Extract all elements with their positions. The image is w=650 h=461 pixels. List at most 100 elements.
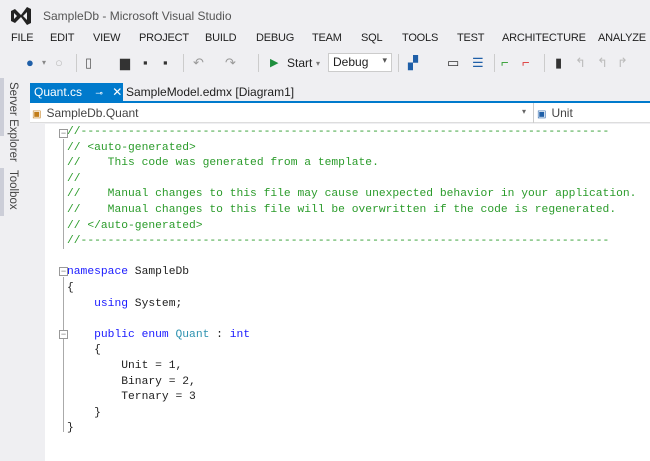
code-line: // This code was generated from a templa… <box>67 156 636 172</box>
type-value: SampleDb.Quant <box>46 106 139 120</box>
chevron-down-icon[interactable]: ▾ <box>522 107 526 116</box>
type-dropdown[interactable]: ▣ SampleDb.Quant <box>32 106 139 120</box>
find-in-files-icon[interactable]: ▞ <box>408 55 418 71</box>
menu-test[interactable]: TEST <box>457 32 485 44</box>
code-line: } <box>67 421 636 437</box>
code-editor[interactable]: − − − //--------------------------------… <box>45 124 650 461</box>
comment-token: //--------------------------------------… <box>67 235 610 248</box>
bookmark-icon[interactable]: ▮ <box>555 55 562 71</box>
comment-token: // Manual changes to this file will be o… <box>67 203 617 216</box>
previous-bookmark-icon[interactable]: ↰ <box>575 55 586 71</box>
navigation-bar: ▣ SampleDb.Quant ▾ ▣ Unit <box>30 103 650 123</box>
code-token: Unit = 1, <box>67 359 183 372</box>
menu-file[interactable]: FILE <box>11 32 34 44</box>
start-play-icon[interactable]: ▶ <box>270 56 278 69</box>
code-token: SampleDb <box>128 266 190 279</box>
code-line: Ternary = 3 <box>67 390 636 406</box>
new-project-icon[interactable]: ▯ <box>85 55 92 71</box>
code-token: Binary = 2, <box>67 375 196 388</box>
tab-label: Quant.cs <box>34 85 83 99</box>
member-value: Unit <box>551 106 573 120</box>
code-line: // <auto-generated> <box>67 141 636 157</box>
menu-team[interactable]: TEAM <box>312 32 342 44</box>
enum-member-icon: ▣ <box>537 109 547 120</box>
menu-view[interactable]: VIEW <box>93 32 121 44</box>
undo-icon[interactable]: ↶ <box>193 55 204 71</box>
code-line: // </auto-generated> <box>67 219 636 235</box>
close-icon[interactable]: ✕ <box>112 85 122 99</box>
tab-samplemodel-edmx[interactable]: SampleModel.edmx [Diagram1] <box>126 85 294 99</box>
open-file-icon[interactable]: ▆ <box>120 55 130 71</box>
keyword-token: public <box>94 328 135 341</box>
enum-icon: ▣ <box>32 109 42 120</box>
code-line: // Manual changes to this file will be o… <box>67 203 636 219</box>
solution-configuration-select[interactable]: Debug ▾ <box>328 53 392 72</box>
title-bar: SampleDb - Microsoft Visual Studio <box>0 0 650 32</box>
comment-token: // </auto-generated> <box>67 219 203 232</box>
next-bookmark-icon[interactable]: ↰ <box>597 55 608 71</box>
menu-analyze[interactable]: ANALYZE <box>598 32 646 44</box>
back-dropdown-icon[interactable]: ▾ <box>42 58 46 67</box>
menu-build[interactable]: BUILD <box>205 32 237 44</box>
toolbox-tab[interactable]: Toolbox <box>7 170 19 210</box>
code-token: : <box>209 328 230 341</box>
comment-token: //--------------------------------------… <box>67 126 610 138</box>
code-token: } <box>67 422 74 435</box>
back-icon[interactable]: ● <box>26 55 34 70</box>
tab-quant-cs[interactable]: Quant.cs ⊸ ✕ <box>30 83 123 101</box>
type-token: Quant <box>175 328 210 341</box>
uncomment-lines-icon[interactable]: ⌐ <box>522 55 530 70</box>
redo-icon[interactable]: ↷ <box>225 55 236 71</box>
code-token: System; <box>128 297 183 310</box>
code-token: } <box>67 406 101 419</box>
code-line: public enum Quant : int <box>67 328 636 344</box>
keyword-token: namespace <box>67 266 129 279</box>
server-explorer-tab[interactable]: Server Explorer <box>7 82 19 162</box>
menu-architecture[interactable]: ARCHITECTURE <box>502 32 586 44</box>
code-line: { <box>67 281 636 297</box>
standard-toolbar: ● ▾ ○ ▯ ▆ ▪ ▪ ↶ ↷ ▶ Start ▾ Debug ▾ ▞ ▭ ☰… <box>0 50 650 76</box>
save-all-icon[interactable]: ▪ <box>163 55 168 70</box>
editor-margin <box>30 124 45 461</box>
save-icon[interactable]: ▪ <box>143 55 148 70</box>
code-line: //--------------------------------------… <box>67 234 636 250</box>
code-token: { <box>67 281 74 294</box>
comment-token: // This code was generated from a templa… <box>67 157 379 170</box>
document-tabs: Quant.cs ⊸ ✕ SampleModel.edmx [Diagram1] <box>30 83 650 101</box>
menu-bar: FILE EDIT VIEW PROJECT BUILD DEBUG TEAM … <box>0 30 650 48</box>
visual-studio-logo-icon <box>11 7 31 25</box>
forward-icon[interactable]: ○ <box>55 55 63 70</box>
menu-project[interactable]: PROJECT <box>139 32 189 44</box>
code-line: //--------------------------------------… <box>67 125 636 141</box>
menu-edit[interactable]: EDIT <box>50 32 74 44</box>
code-token: Ternary = 3 <box>67 391 196 404</box>
code-line: Unit = 1, <box>67 359 636 375</box>
comment-lines-icon[interactable]: ⌐ <box>501 55 509 70</box>
start-button[interactable]: Start <box>287 56 312 70</box>
config-value: Debug <box>333 55 369 69</box>
code-text: //--------------------------------------… <box>67 125 636 437</box>
pin-icon[interactable]: ⊸ <box>95 88 103 98</box>
side-tool-strip: Server Explorer Toolbox <box>0 78 30 461</box>
comment-token: // Manual changes to this file may cause… <box>67 188 637 201</box>
menu-debug[interactable]: DEBUG <box>256 32 294 44</box>
comment-token: // <box>67 172 81 185</box>
solution-explorer-icon[interactable]: ▭ <box>447 55 459 71</box>
comment-token: // <auto-generated> <box>67 141 196 154</box>
code-line: // Manual changes to this file may cause… <box>67 187 636 203</box>
code-line: namespace SampleDb <box>67 265 636 281</box>
clear-bookmarks-icon[interactable]: ↱ <box>617 55 628 71</box>
code-line: using System; <box>67 297 636 313</box>
keyword-token: int <box>229 328 251 341</box>
code-line: } <box>67 406 636 422</box>
menu-tools[interactable]: TOOLS <box>402 32 438 44</box>
menu-sql[interactable]: SQL <box>361 32 383 44</box>
member-dropdown[interactable]: ▣ Unit <box>537 106 573 120</box>
properties-icon[interactable]: ☰ <box>472 55 484 71</box>
start-dropdown-icon[interactable]: ▾ <box>316 59 320 68</box>
